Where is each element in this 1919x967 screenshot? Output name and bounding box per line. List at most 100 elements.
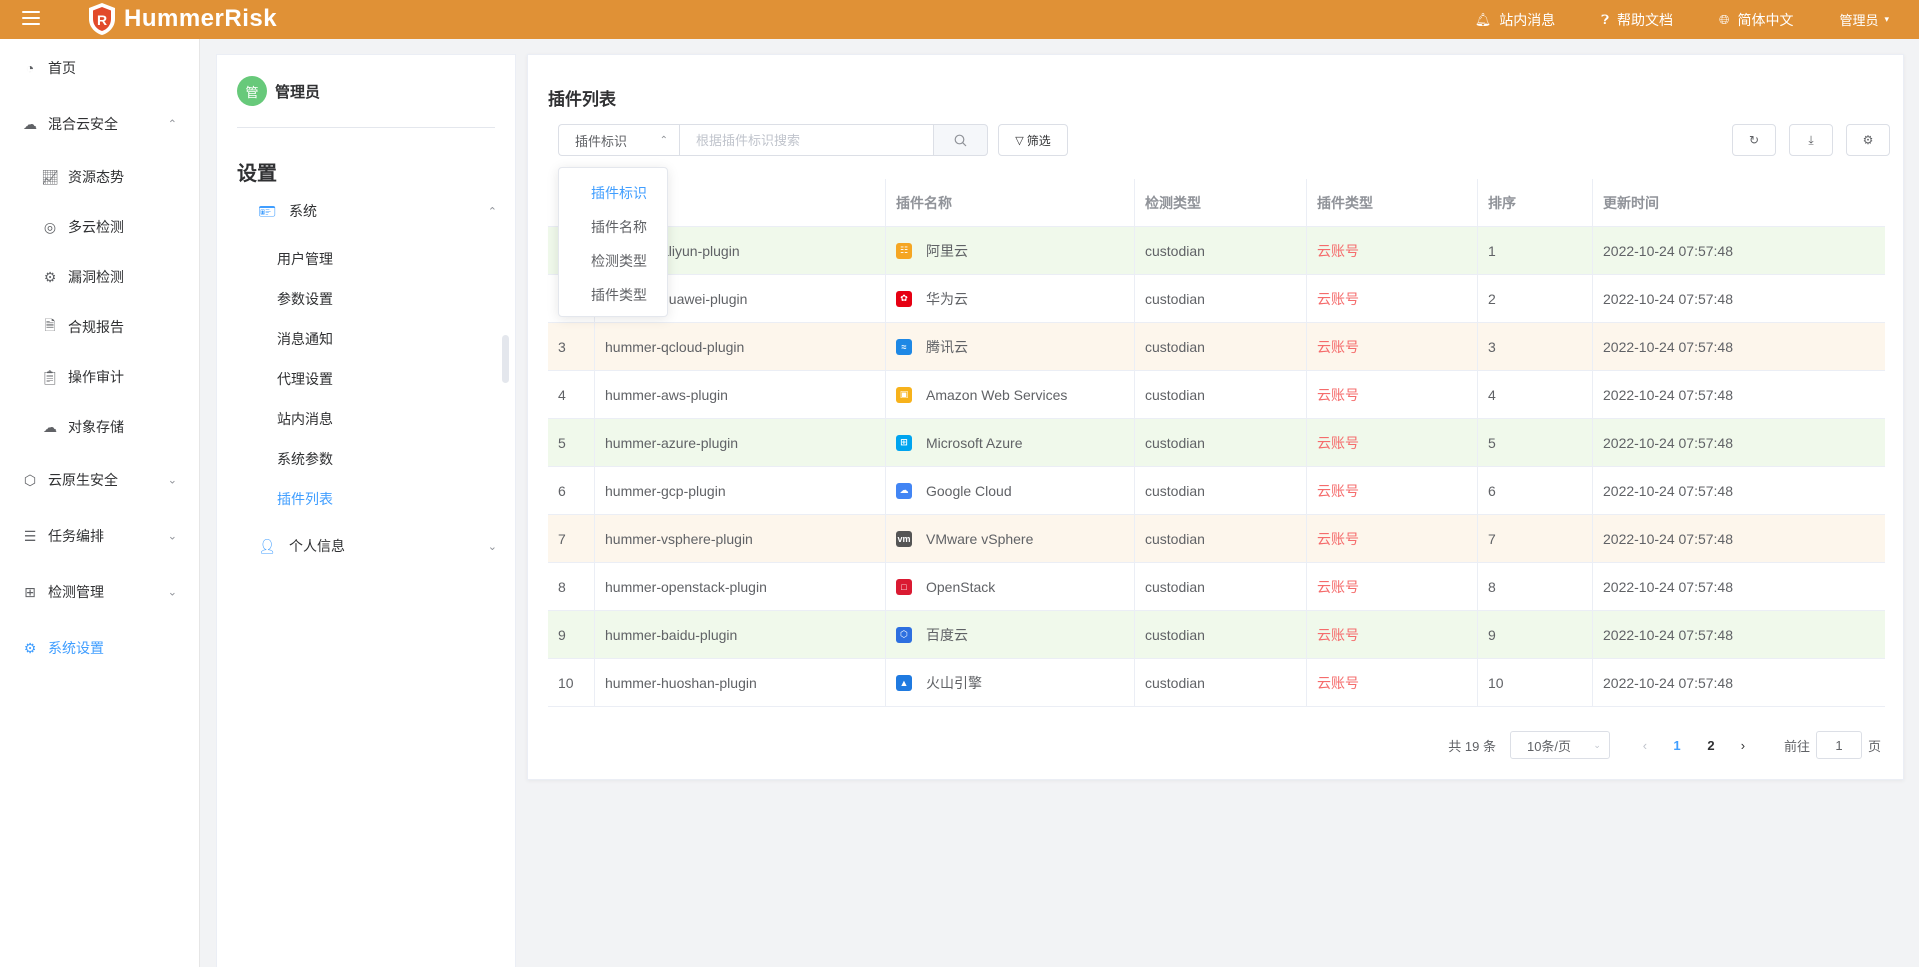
sidebar-item-audit[interactable]: 📋︎ 操作审计 bbox=[0, 352, 199, 402]
settings-item-sysparams[interactable]: 系统参数 bbox=[277, 449, 333, 469]
table-row[interactable]: 1hummer-aliyun-plugin☷阿里云custodian云账号120… bbox=[548, 227, 1885, 275]
cell-plugin-id: hummer-openstack-plugin bbox=[595, 563, 886, 610]
cell-plugin-type: 云账号 bbox=[1307, 275, 1478, 322]
cell-plugin-type: 云账号 bbox=[1307, 419, 1478, 466]
messages-link[interactable]: 🔔︎ 站内消息 bbox=[1475, 10, 1556, 30]
settings-item-plugins[interactable]: 插件列表 bbox=[277, 489, 333, 509]
settings-item-users[interactable]: 用户管理 bbox=[277, 249, 333, 269]
table-row[interactable]: 3 hummer-qcloud-plugin ≈ 腾讯云 custodian 云账号 3 20… bbox=[548, 323, 1885, 371]
goto-page: 前往 页 bbox=[1784, 731, 1881, 759]
cell-plugin-id: hummer-qcloud-plugin bbox=[595, 323, 886, 370]
sidebar-item-vuln[interactable]: ⚙ 漏洞检测 bbox=[0, 252, 199, 302]
table-row[interactable]: 4 hummer-aws-plugin ▣ Amazon Web Services cu… bbox=[548, 371, 1885, 419]
plugin-table: 插件名称 检测类型 插件类型 排序 更新时间 1hummer-aliyun-pl… bbox=[548, 179, 1885, 707]
logo[interactable]: R HummerRisk bbox=[86, 2, 277, 36]
sidebar-item-settings[interactable]: ⚙︎ 系统设置 bbox=[0, 620, 199, 676]
language-switch[interactable]: 🌐︎ 简体中文 bbox=[1719, 10, 1793, 30]
plugin-name-label: Google Cloud bbox=[926, 482, 1012, 499]
sidebar: ◔ 首页 ☁︎ 混合云安全 ⌃ 📈︎ 资源态势 ◎ 多云检测 ⚙ 漏洞检测 🗎︎… bbox=[0, 39, 200, 967]
sidebar-item-storage[interactable]: ☁︎ 对象存储 bbox=[0, 402, 199, 452]
cloud-icon: ☁︎ bbox=[23, 115, 37, 132]
help-link[interactable]: ❓︎ 帮助文档 bbox=[1601, 10, 1673, 30]
next-page-button[interactable]: › bbox=[1728, 738, 1758, 753]
table-row[interactable]: 8 hummer-openstack-plugin □ OpenStack custod… bbox=[548, 563, 1885, 611]
cell-detect-type: custodian bbox=[1135, 611, 1307, 658]
page-suffix: 页 bbox=[1867, 738, 1881, 754]
sidebar-item-label: 操作审计 bbox=[68, 369, 124, 385]
sidebar-item-resources[interactable]: 📈︎ 资源态势 bbox=[0, 152, 199, 202]
sidebar-item-home[interactable]: ◔ 首页 bbox=[0, 39, 199, 96]
table-row[interactable]: 7 hummer-vsphere-plugin vm VMware vSphere cu… bbox=[548, 515, 1885, 563]
table-row[interactable]: 5 hummer-azure-plugin ⊞ Microsoft Azure cust… bbox=[548, 419, 1885, 467]
cell-detect-type: custodian bbox=[1135, 227, 1307, 274]
sidebar-item-label: 漏洞检测 bbox=[68, 269, 124, 285]
cell-index: 6 bbox=[548, 467, 595, 514]
table-row[interactable]: 9 hummer-baidu-plugin ⬡ 百度云 custodian 云账号 9 202… bbox=[548, 611, 1885, 659]
settings-group-personal[interactable]: 👤︎ 个人信息 ⌄ bbox=[257, 531, 497, 561]
table-row[interactable]: 2hummer-huawei-plugin✿华为云custodian云账号220… bbox=[548, 275, 1885, 323]
sidebar-item-hybrid-cloud[interactable]: ☁︎ 混合云安全 ⌃ bbox=[0, 96, 199, 152]
column-header[interactable]: 检测类型 bbox=[1135, 179, 1307, 226]
goto-label: 前往 bbox=[1783, 738, 1810, 754]
dropdown-option-plugin-name[interactable]: 插件名称 bbox=[559, 210, 667, 244]
column-header[interactable]: 更新时间 bbox=[1593, 179, 1885, 226]
column-header[interactable]: 插件名称 bbox=[886, 179, 1135, 226]
settings-panel: 管 管理员 设置 🪪︎ 系统 ⌃ 用户管理 参数设置 消息通知 代理设置 站内消… bbox=[216, 54, 516, 967]
sidebar-item-tasks[interactable]: ☰ 任务编排 ⌄ bbox=[0, 508, 199, 564]
cell-order: 2 bbox=[1478, 275, 1593, 322]
chevron-down-icon: ⌄ bbox=[487, 540, 497, 553]
top-actions: 🔔︎ 站内消息 ❓︎ 帮助文档 🌐︎ 简体中文 管理员 ▾ bbox=[1475, 0, 1919, 39]
download-button[interactable]: ⤓ bbox=[1789, 124, 1833, 156]
cell-updated-time: 2022-10-24 07:57:48 bbox=[1603, 290, 1733, 307]
sidebar-item-label: 云原生安全 bbox=[48, 472, 118, 488]
column-settings-button[interactable]: ⚙︎ bbox=[1846, 124, 1890, 156]
dropdown-option-plugin-type[interactable]: 插件类型 bbox=[559, 278, 667, 312]
avatar: 管 bbox=[237, 76, 267, 106]
user-label: 管理员 bbox=[1839, 13, 1879, 28]
group-label: 个人信息 bbox=[289, 538, 345, 554]
user-menu[interactable]: 管理员 ▾ bbox=[1839, 10, 1889, 29]
help-label: 帮助文档 bbox=[1617, 11, 1674, 28]
filter-button[interactable]: ▽ 筛选 bbox=[998, 124, 1068, 156]
page-2[interactable]: 2 bbox=[1694, 738, 1728, 753]
azure-icon: ⊞ bbox=[896, 434, 912, 451]
dropdown-option-plugin-id[interactable]: 插件标识 bbox=[559, 176, 667, 210]
page-size-select[interactable]: 10条/页 ⌄ bbox=[1509, 731, 1610, 759]
column-header[interactable]: 插件类型 bbox=[1307, 179, 1478, 226]
settings-item-proxy[interactable]: 代理设置 bbox=[277, 369, 333, 389]
sidebar-item-cloud-native[interactable]: ⬡ 云原生安全 ⌄ bbox=[0, 452, 199, 508]
search-button[interactable] bbox=[933, 124, 988, 156]
plugin-name-label: VMware vSphere bbox=[926, 530, 1034, 547]
goto-page-input[interactable] bbox=[1815, 731, 1862, 759]
cell-plugin-type: 云账号 bbox=[1307, 371, 1478, 418]
table-row[interactable]: 10 hummer-huoshan-plugin ▲ 火山引擎 custodian 云账号… bbox=[548, 659, 1885, 707]
page-1[interactable]: 1 bbox=[1660, 738, 1694, 753]
list-icon: ☰ bbox=[23, 527, 37, 544]
chevron-down-icon: ▾ bbox=[1884, 14, 1889, 24]
search-field-select[interactable]: 插件标识 ⌃ bbox=[558, 124, 680, 156]
collapse-handle[interactable] bbox=[502, 335, 509, 383]
sidebar-item-label: 混合云安全 bbox=[48, 116, 118, 132]
messages-label: 站内消息 bbox=[1499, 11, 1556, 28]
settings-group-system[interactable]: 🪪︎ 系统 ⌃ bbox=[257, 196, 497, 226]
settings-item-params[interactable]: 参数设置 bbox=[277, 289, 333, 309]
table-row[interactable]: 6 hummer-gcp-plugin ☁ Google Cloud custodian… bbox=[548, 467, 1885, 515]
settings-item-messages[interactable]: 站内消息 bbox=[277, 409, 333, 429]
column-header[interactable]: 排序 bbox=[1478, 179, 1593, 226]
prev-page-button[interactable]: ‹ bbox=[1630, 738, 1660, 753]
cell-detect-type: custodian bbox=[1135, 275, 1307, 322]
gear-icon: ⚙︎ bbox=[1862, 133, 1874, 147]
sidebar-item-multicloud[interactable]: ◎ 多云检测 bbox=[0, 202, 199, 252]
sidebar-item-compliance[interactable]: 🗎︎ 合规报告 bbox=[0, 302, 199, 352]
dropdown-option-detect-type[interactable]: 检测类型 bbox=[559, 244, 667, 278]
table-body: 1hummer-aliyun-plugin☷阿里云custodian云账号120… bbox=[548, 227, 1885, 707]
menu-toggle-icon[interactable] bbox=[22, 11, 40, 27]
settings-item-notify[interactable]: 消息通知 bbox=[277, 329, 333, 349]
cell-plugin-name: ▲ 火山引擎 bbox=[886, 659, 1135, 706]
total-count: 共 19 条 bbox=[1448, 738, 1496, 754]
search-input[interactable] bbox=[679, 124, 935, 156]
pie-chart-icon: ◔ bbox=[25, 59, 35, 76]
refresh-button[interactable]: ↻ bbox=[1732, 124, 1776, 156]
refresh-icon: ↻ bbox=[1748, 133, 1760, 147]
sidebar-item-detection[interactable]: ⊞ 检测管理 ⌄ bbox=[0, 564, 199, 620]
